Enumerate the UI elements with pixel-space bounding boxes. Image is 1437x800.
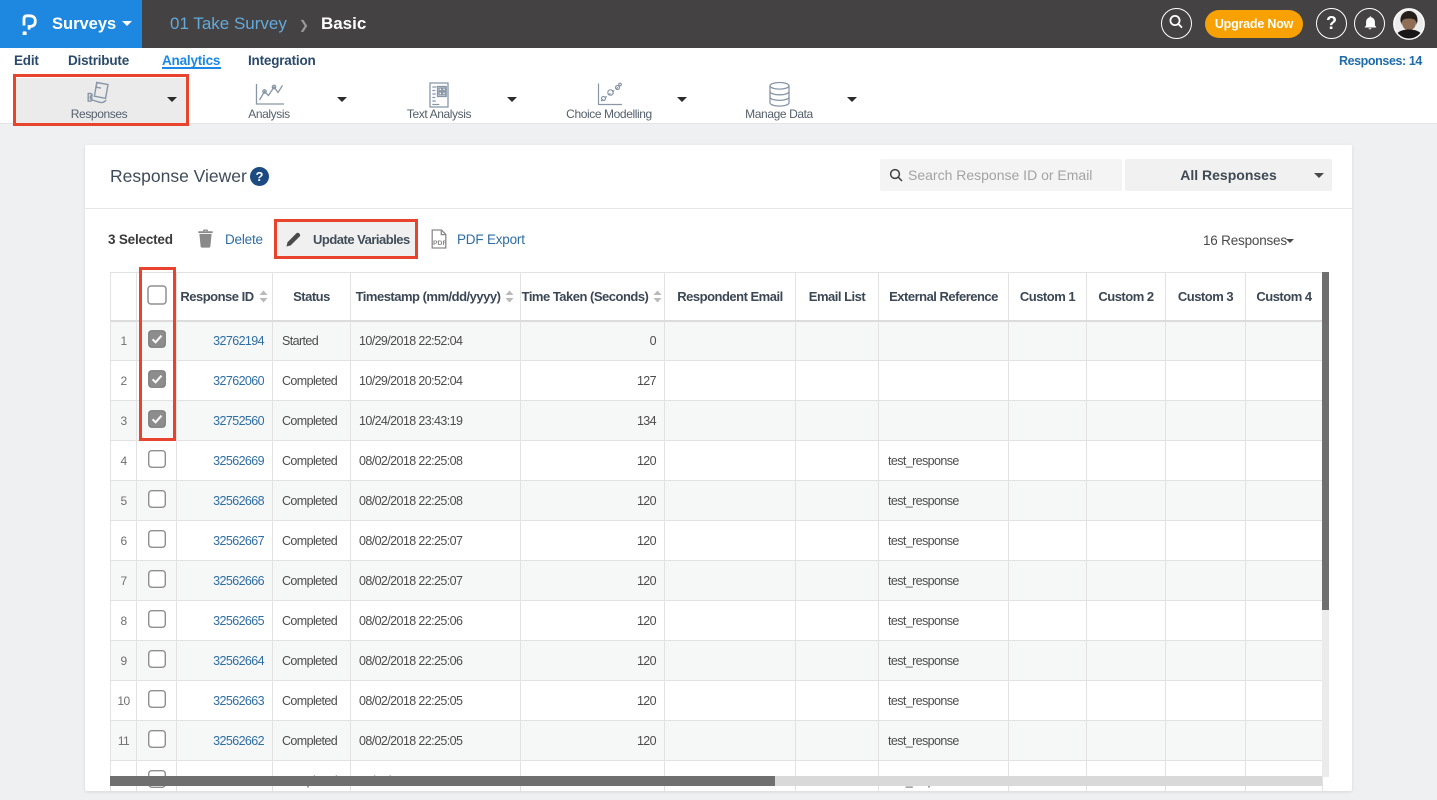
svg-text:PDF: PDF bbox=[433, 240, 447, 247]
